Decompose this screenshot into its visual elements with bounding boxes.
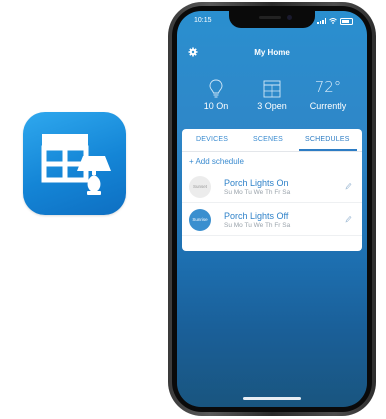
sunrise-badge: Sunrise [189,209,211,231]
shades-open-count: 3 Open [257,101,287,111]
window-shade-icon [263,80,281,98]
schedules-panel: DEVICES SCENES SCHEDULES + Add schedule … [182,129,362,251]
edit-pencil-icon[interactable] [345,182,352,190]
tab-scenes[interactable]: SCENES [253,136,283,143]
lights-on-count: 10 On [203,101,229,111]
app-icon[interactable] [23,112,126,215]
tab-devices[interactable]: DEVICES [196,136,228,143]
home-title: My Home [254,48,290,57]
wifi-icon [329,18,337,24]
schedule-days: Su Mo Tu We Th Fr Sa [224,189,291,196]
schedule-days: Su Mo Tu We Th Fr Sa [224,222,291,229]
notch [229,11,315,28]
window-and-lamp-icon [41,134,111,195]
sunset-badge: Sunset [189,176,211,198]
schedule-title: Porch Lights Off [224,211,289,221]
status-icons [317,17,353,25]
temperature-value: 72° [314,78,342,96]
app-screen: 10:15 My Home 10 On 3 Open 72° Currently… [177,11,367,407]
temperature-label: Currently [309,101,347,111]
lightbulb-icon [209,79,223,98]
home-indicator[interactable] [243,397,301,400]
add-schedule-link[interactable]: + Add schedule [189,157,244,166]
edit-pencil-icon[interactable] [345,215,352,223]
signal-icon [317,18,326,24]
schedule-row[interactable]: Sunset Porch Lights On Su Mo Tu We Th Fr… [182,171,362,203]
tab-schedules[interactable]: SCHEDULES [305,136,350,143]
phone-frame: 10:15 My Home 10 On 3 Open 72° Currently… [168,2,376,416]
active-tab-indicator [299,149,357,151]
battery-icon [340,17,353,25]
schedule-row[interactable]: Sunrise Porch Lights Off Su Mo Tu We Th … [182,204,362,236]
schedule-title: Porch Lights On [224,178,289,188]
speaker [259,16,281,19]
status-time: 10:15 [194,17,212,24]
front-camera [287,15,292,20]
tab-bar: DEVICES SCENES SCHEDULES [182,129,362,152]
